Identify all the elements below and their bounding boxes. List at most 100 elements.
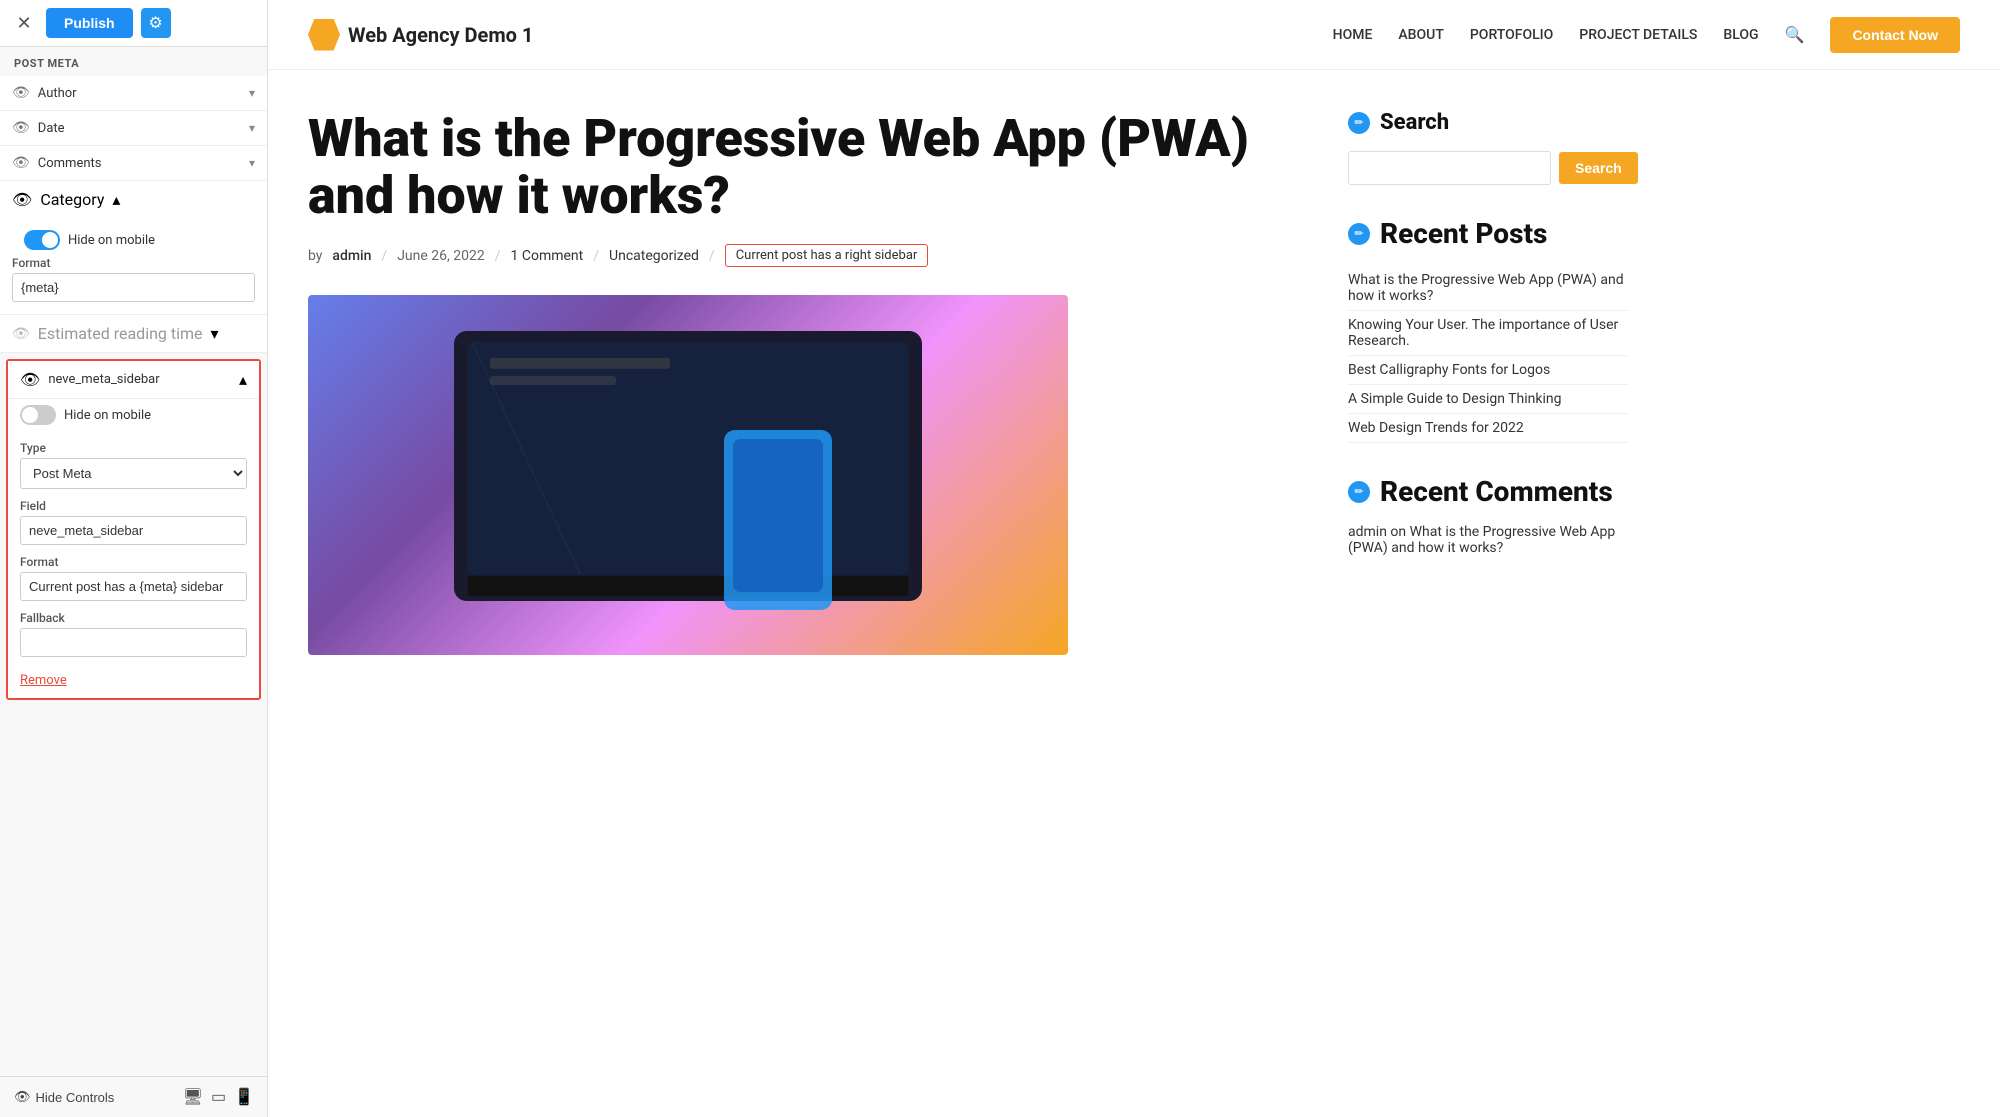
visibility-icon-category[interactable]: 👁 — [12, 190, 32, 209]
article-comments[interactable]: 1 Comment — [511, 248, 584, 264]
nav-project-details[interactable]: PROJECT DETAILS — [1579, 27, 1697, 43]
fallback-field: Fallback — [20, 611, 247, 657]
recent-posts-heading: Recent Posts — [1380, 217, 1547, 250]
visibility-icon-comments[interactable]: 👁 — [12, 155, 30, 171]
navbar: Web Agency Demo 1 HOME ABOUT PORTOFOLIO … — [268, 0, 2000, 70]
neve-meta-sidebar-header[interactable]: 👁 neve_meta_sidebar ▴ — [8, 361, 259, 399]
article-image-svg — [346, 322, 1030, 628]
visibility-icon-author[interactable]: 👁 — [12, 85, 30, 101]
desktop-view-button[interactable]: 🖥 — [183, 1087, 203, 1107]
neve-meta-sidebar-body: Type Post Meta Field Format Fallback — [8, 431, 259, 667]
meta-row-author[interactable]: 👁 Author ▾ — [0, 76, 267, 111]
eye-icon-hide: 👁 — [14, 1089, 31, 1105]
meta-row-estimated[interactable]: 👁 Estimated reading time ▾ — [0, 315, 267, 353]
type-select[interactable]: Post Meta — [20, 458, 247, 489]
hide-mobile-label-category: Hide on mobile — [68, 233, 155, 248]
brand-name: Web Agency Demo 1 — [348, 23, 533, 47]
meta-row-date[interactable]: 👁 Date ▾ — [0, 111, 267, 146]
publish-button[interactable]: Publish — [46, 8, 133, 38]
recent-post-2[interactable]: Best Calligraphy Fonts for Logos — [1348, 356, 1628, 385]
search-widget-title: ✏ Search — [1348, 110, 1628, 135]
recent-posts-icon: ✏ — [1348, 223, 1370, 245]
recent-post-3[interactable]: A Simple Guide to Design Thinking — [1348, 385, 1628, 414]
format-field-neve: Format — [20, 555, 247, 601]
visibility-icon-estimated[interactable]: 👁 — [12, 326, 30, 342]
chevron-icon-date: ▾ — [249, 121, 255, 135]
article-category[interactable]: Uncategorized — [609, 248, 699, 264]
search-widget-icon: ✏ — [1348, 112, 1370, 134]
recent-posts-title-row: ✏ Recent Posts — [1348, 217, 1628, 250]
nav-links: HOME ABOUT PORTOFOLIO PROJECT DETAILS BL… — [1333, 17, 1960, 53]
settings-button[interactable]: ⚙ — [141, 8, 171, 38]
format-input-neve[interactable] — [20, 572, 247, 601]
article-image — [308, 295, 1068, 655]
meta-row-comments[interactable]: 👁 Comments ▾ — [0, 146, 267, 181]
recent-post-4[interactable]: Web Design Trends for 2022 — [1348, 414, 1628, 443]
recent-post-1[interactable]: Knowing Your User. The importance of Use… — [1348, 311, 1628, 356]
recent-post-0[interactable]: What is the Progressive Web App (PWA) an… — [1348, 266, 1628, 311]
mobile-view-button[interactable]: 📱 — [234, 1087, 254, 1107]
nav-home[interactable]: HOME — [1333, 27, 1373, 43]
search-button[interactable]: Search — [1559, 152, 1638, 184]
format-input-category[interactable] — [12, 273, 255, 302]
visibility-icon-date[interactable]: 👁 — [12, 120, 30, 136]
neve-meta-sidebar-section: 👁 neve_meta_sidebar ▴ Hide on mobile Typ… — [6, 359, 261, 700]
chevron-icon-category: ▴ — [112, 190, 120, 209]
recent-comments-heading: Recent Comments — [1380, 475, 1613, 508]
hide-mobile-row-category: Hide on mobile — [12, 224, 255, 256]
article-main: What is the Progressive Web App (PWA) an… — [308, 110, 1308, 655]
hide-mobile-row-neve: Hide on mobile — [8, 399, 259, 431]
field-input[interactable] — [20, 516, 247, 545]
remove-link[interactable]: Remove — [8, 667, 79, 698]
recent-comment-text: admin on What is the Progressive Web App… — [1348, 524, 1628, 556]
search-input[interactable] — [1348, 151, 1551, 185]
sidebar-badge: Current post has a right sidebar — [725, 244, 929, 267]
article-sidebar: ✏ Search Search ✏ Recent Posts What is t… — [1348, 110, 1628, 655]
type-label: Type — [20, 441, 247, 455]
search-icon-nav[interactable]: 🔍 — [1785, 25, 1805, 44]
contact-now-button[interactable]: Contact Now — [1830, 17, 1960, 53]
hide-controls-label: Hide Controls — [36, 1090, 115, 1105]
meta-sep-1: / — [381, 248, 387, 264]
bottom-bar: 👁 Hide Controls 🖥 ▭ 📱 — [0, 1076, 268, 1117]
hide-controls-button[interactable]: 👁 Hide Controls — [14, 1089, 114, 1105]
top-bar: ✕ Publish ⚙ — [0, 0, 267, 47]
hide-mobile-label-neve: Hide on mobile — [64, 408, 151, 423]
search-widget: ✏ Search Search — [1348, 110, 1628, 185]
chevron-icon-estimated: ▾ — [211, 324, 219, 343]
article-title: What is the Progressive Web App (PWA) an… — [308, 110, 1308, 224]
field-label: Field — [20, 499, 247, 513]
main-content: Web Agency Demo 1 HOME ABOUT PORTOFOLIO … — [268, 0, 2000, 1117]
category-header[interactable]: 👁 Category ▴ — [0, 181, 267, 218]
category-section: 👁 Category ▴ Hide on mobile Format — [0, 181, 267, 315]
format-label-category: Format — [12, 256, 255, 270]
meta-sep-2: / — [495, 248, 501, 264]
article-author[interactable]: admin — [332, 248, 371, 264]
search-input-row: Search — [1348, 151, 1628, 185]
nav-about[interactable]: ABOUT — [1398, 27, 1443, 43]
brand-logo-link[interactable]: Web Agency Demo 1 — [308, 19, 533, 51]
format-field-category: Format — [12, 256, 255, 302]
tablet-view-button[interactable]: ▭ — [211, 1087, 226, 1107]
chevron-icon-author: ▾ — [249, 86, 255, 100]
recent-comments-title-row: ✏ Recent Comments — [1348, 475, 1628, 508]
meta-sep-3: / — [593, 248, 599, 264]
article-meta: by admin / June 26, 2022 / 1 Comment / U… — [308, 244, 1308, 267]
hide-mobile-toggle-category[interactable] — [24, 230, 60, 250]
format-label-neve: Format — [20, 555, 247, 569]
close-button[interactable]: ✕ — [10, 9, 38, 37]
nav-portofolio[interactable]: PORTOFOLIO — [1470, 27, 1553, 43]
brand-logo-icon — [308, 19, 340, 51]
nav-blog[interactable]: BLOG — [1723, 27, 1758, 43]
article-area: What is the Progressive Web App (PWA) an… — [268, 70, 1668, 695]
article-date: June 26, 2022 — [397, 248, 485, 264]
visibility-icon-neve[interactable]: 👁 — [20, 370, 40, 389]
hide-mobile-toggle-neve[interactable] — [20, 405, 56, 425]
meta-row-label-date: Date — [38, 121, 241, 136]
meta-row-label-comments: Comments — [38, 156, 241, 171]
recent-comments-widget: ✏ Recent Comments admin on What is the P… — [1348, 475, 1628, 556]
fallback-input[interactable] — [20, 628, 247, 657]
recent-comments-icon: ✏ — [1348, 481, 1370, 503]
recent-posts-widget: ✏ Recent Posts What is the Progressive W… — [1348, 217, 1628, 443]
type-field: Type Post Meta — [20, 441, 247, 489]
